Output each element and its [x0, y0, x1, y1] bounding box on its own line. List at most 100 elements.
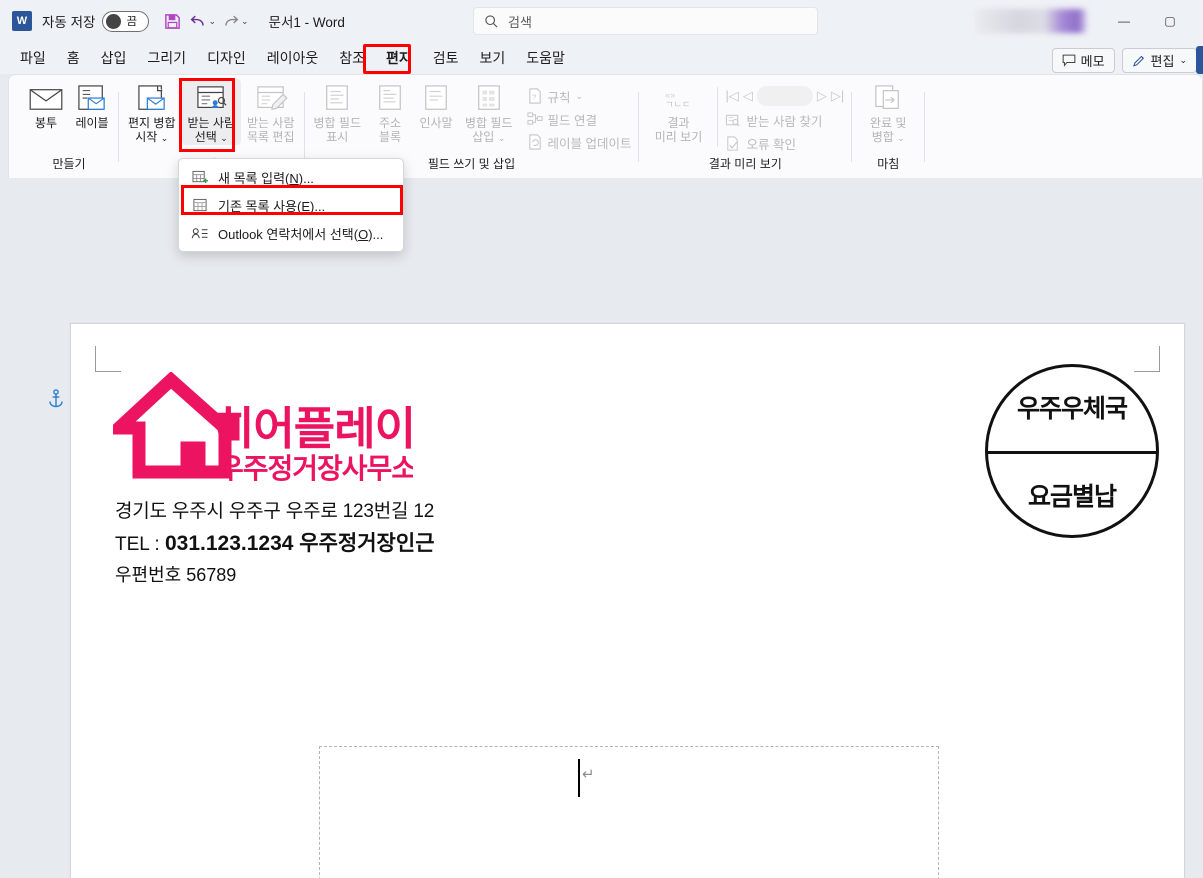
match-fields-button: 필드 연결: [523, 108, 636, 131]
mail-merge-start-icon: [135, 82, 169, 116]
check-errors-icon: [727, 135, 739, 151]
menu-item-type-new-list[interactable]: 새 목록 입력(N)...: [179, 163, 403, 191]
svg-text:ㄱㄴㄷ: ㄱㄴㄷ: [666, 99, 691, 109]
document-page[interactable]: 히어플레이스 우주정거장사무소 경기도 우주시 우주구 우주로 123번길 12…: [49, 323, 1185, 878]
label-icon: [75, 82, 109, 116]
envelope-icon: [29, 82, 63, 116]
start-mail-merge-button[interactable]: 편지 병합 시작 ⌄: [122, 79, 182, 145]
paragraph-mark: ↵: [582, 766, 595, 783]
autosave-toggle[interactable]: 끔: [102, 10, 150, 32]
tab-view[interactable]: 보기: [471, 45, 515, 71]
share-button-edge[interactable]: [1196, 46, 1203, 74]
tab-draw[interactable]: 그리기: [138, 45, 195, 71]
chevron-down-icon: ⌄: [897, 133, 905, 143]
tab-file[interactable]: 파일: [11, 45, 55, 71]
envelopes-label: 봉투: [34, 116, 58, 130]
stamp-divider: [988, 451, 1156, 454]
stamp-bottom-text: 요금별납: [1027, 483, 1117, 511]
editing-label: 편집: [1150, 54, 1175, 69]
address-block[interactable]: 경기도 우주시 우주구 우주로 123번길 12 TEL : 031.123.1…: [115, 496, 435, 587]
labels-label: 레이블: [75, 116, 109, 130]
maximize-button[interactable]: ▢: [1147, 0, 1193, 42]
save-icon[interactable]: [159, 8, 185, 34]
finish-and-merge-icon: [872, 82, 904, 116]
finish-and-merge-label2: 병합: [871, 130, 894, 144]
autosave-label: 자동 저장: [42, 15, 96, 30]
toggle-knob: [106, 13, 122, 29]
menu-item-accelerator: E: [301, 198, 310, 214]
object-anchor-icon: [48, 389, 64, 414]
start-mail-merge-label: 편지 병합: [128, 116, 176, 130]
group-separator: [303, 91, 305, 162]
document-canvas[interactable]: 히어플레이스 우주정거장사무소 경기도 우주시 우주구 우주로 123번길 12…: [0, 178, 1203, 878]
ribbon-group-create: 봉투 레이블 만들기: [9, 75, 115, 179]
search-icon: [485, 14, 498, 28]
select-recipients-button[interactable]: 받는 사람 선택 ⌄: [181, 79, 241, 145]
use-existing-list-icon: [191, 198, 208, 213]
comments-button[interactable]: 메모: [1051, 48, 1115, 73]
margin-mark-top-left: [95, 346, 121, 372]
insert-merge-field-button: 병합 필드 삽입 ⌄: [459, 79, 519, 145]
comments-label: 메모: [1080, 54, 1105, 69]
tab-home[interactable]: 홈: [58, 45, 89, 71]
group-separator: [851, 91, 853, 162]
menu-item-outlook-contacts[interactable]: Outlook 연락처에서 선택(O)...: [179, 219, 403, 247]
undo-caret-icon[interactable]: ⌄: [208, 16, 216, 27]
select-recipients-dropdown: 새 목록 입력(N)... 기존 목록 사용(E)... Outlook 연락처…: [178, 158, 404, 252]
tab-design[interactable]: 디자인: [198, 45, 255, 71]
group-separator: [638, 91, 640, 162]
address-line-1: 경기도 우주시 우주구 우주로 123번길 12: [115, 501, 435, 522]
margin-mark-top-right: [1134, 346, 1160, 372]
tab-references[interactable]: 참조: [330, 45, 374, 71]
chevron-down-icon: ⌄: [220, 133, 228, 143]
text-cursor: [578, 759, 580, 797]
chevron-down-icon: ⌄: [575, 90, 584, 101]
insert-merge-field-label: 병합 필드: [465, 116, 513, 130]
address-block-icon: [375, 82, 405, 116]
recipient-textbox[interactable]: ↵: [319, 746, 939, 878]
ribbon-group-preview-results: «» ㄱㄴㄷ 결과 미리 보기 |◁ ◁ ▷ ▷| 받는 사람 찾기 오류 확인…: [642, 75, 848, 179]
greeting-line-label: 인사말: [419, 116, 453, 130]
next-record-icon: ▷: [816, 88, 827, 103]
start-mail-merge-label2: 시작: [135, 130, 158, 144]
group-label-preview-results: 결과 미리 보기: [708, 157, 782, 171]
finish-and-merge-button: 완료 및 병합 ⌄: [855, 79, 921, 145]
account-name-blurred[interactable]: [976, 9, 1086, 33]
check-errors-label: 오류 확인: [746, 138, 796, 152]
menu-item-label: Outlook 연락처에서 선택(: [218, 226, 359, 242]
chevron-down-icon: ⌄: [497, 133, 506, 143]
postage-stamp[interactable]: 우주우체국 요금별납: [985, 364, 1159, 538]
preview-results-icon: «» ㄱㄴㄷ: [661, 82, 695, 116]
editing-mode-button[interactable]: 편집 ⌄: [1121, 48, 1197, 73]
record-navigation: |◁ ◁ ▷ ▷|: [721, 83, 848, 109]
highlight-merge-fields-label2: 표시: [326, 130, 349, 144]
title-bar: W 자동 저장 끔 ⌄ ⌄ 문서1 - Word 검색 — ▢: [0, 0, 1203, 42]
minimize-button[interactable]: —: [1101, 0, 1147, 42]
select-recipients-label: 받는 사람: [187, 116, 236, 130]
finish-and-merge-label: 완료 및: [870, 116, 907, 130]
menu-item-use-existing-list[interactable]: 기존 목록 사용(E)...: [179, 191, 403, 219]
check-errors-button: 오류 확인: [721, 132, 848, 155]
type-new-list-icon: [191, 170, 208, 185]
customize-quick-access-icon[interactable]: ⌄: [241, 16, 249, 27]
envelopes-button[interactable]: 봉투: [23, 79, 69, 130]
tab-mailings[interactable]: 편지: [377, 45, 421, 71]
edit-recipient-list-icon: [254, 82, 288, 116]
labels-button[interactable]: 레이블: [69, 79, 115, 130]
search-input[interactable]: 검색: [473, 7, 818, 35]
outlook-contacts-icon: [191, 226, 208, 241]
hereplace-logo[interactable]: 히어플레이스 우주정거장사무소: [102, 371, 456, 490]
comment-icon: [1062, 54, 1075, 67]
menu-item-label-suffix: )...: [298, 170, 314, 186]
menu-item-label-suffix: )...: [310, 198, 326, 214]
address-block-button: 주소 블록: [367, 79, 413, 144]
tab-insert[interactable]: 삽입: [92, 45, 136, 71]
autosave-state: 끔: [126, 16, 138, 28]
tab-review[interactable]: 검토: [424, 45, 468, 71]
tab-layout[interactable]: 레이아웃: [258, 45, 328, 71]
group-separator: [717, 87, 719, 147]
record-number-input[interactable]: [756, 86, 813, 106]
group-label-finish: 마침: [877, 157, 900, 171]
tab-help[interactable]: 도움말: [517, 45, 574, 71]
find-recipient-button: 받는 사람 찾기: [721, 109, 848, 132]
